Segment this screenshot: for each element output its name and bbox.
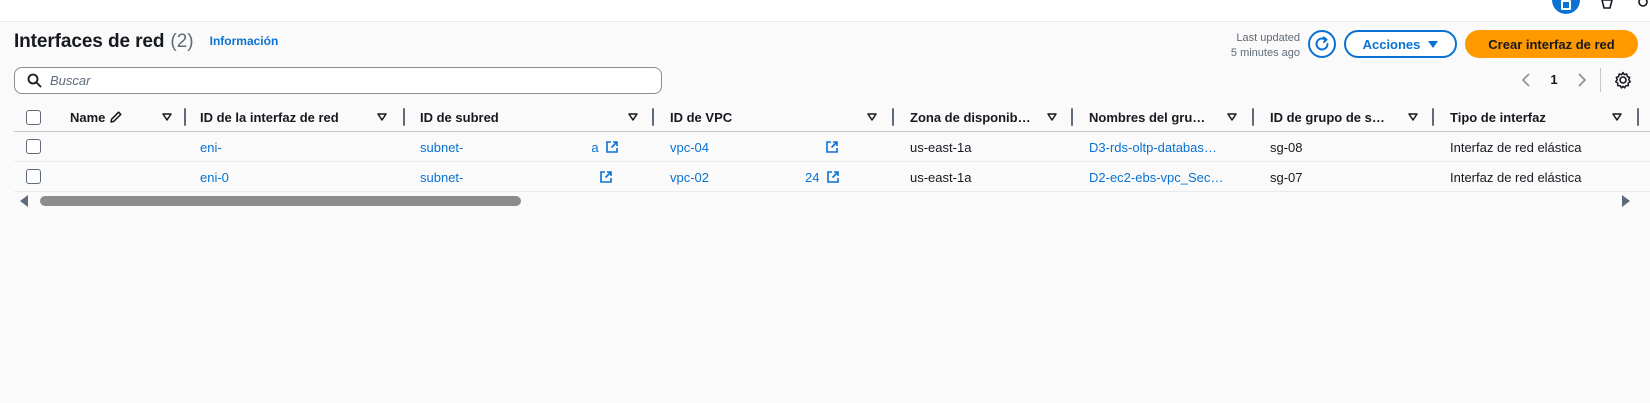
- sort-icon[interactable]: [628, 113, 638, 121]
- cell-interface-type: Interfaz de red elástica: [1450, 169, 1582, 185]
- top-bar: [0, 0, 1650, 22]
- sort-icon[interactable]: [377, 113, 387, 121]
- page-header: Interfaces de red (2) Información: [14, 31, 278, 57]
- external-link-icon: [826, 171, 839, 183]
- gear-icon: [1614, 71, 1632, 89]
- pencil-icon: [110, 111, 122, 123]
- cell-vpc-id[interactable]: vpc-04: [670, 132, 890, 162]
- sort-icon[interactable]: [867, 113, 877, 121]
- current-page[interactable]: 1: [1546, 70, 1562, 90]
- sort-icon[interactable]: [1408, 113, 1418, 121]
- cell-security-group-id: sg-08: [1270, 139, 1303, 155]
- sort-icon[interactable]: [162, 113, 172, 121]
- resource-count: (2): [170, 31, 194, 52]
- cell-security-group-name[interactable]: D2-ec2-ebs-vpc_Sec…: [1089, 162, 1249, 192]
- row-checkbox[interactable]: [26, 139, 41, 154]
- external-link-icon: [600, 171, 613, 183]
- column-header-security-group-names[interactable]: Nombres del gru…: [1089, 102, 1217, 132]
- sort-icon[interactable]: [1227, 113, 1237, 121]
- column-resizer[interactable]: [403, 108, 405, 126]
- actions-label: Acciones: [1362, 36, 1421, 52]
- select-all-checkbox[interactable]: [26, 110, 41, 125]
- table-row[interactable]: eni- subnet- a vpc-04 us-east-1a D3-rds-…: [14, 132, 1650, 162]
- next-page-button[interactable]: [1575, 71, 1589, 89]
- settings-icon-top[interactable]: [1636, 0, 1650, 15]
- row-checkbox[interactable]: [26, 169, 41, 184]
- external-link-icon: [826, 141, 838, 153]
- chevron-right-icon: [1578, 73, 1587, 87]
- column-resizer[interactable]: [1252, 108, 1254, 126]
- column-header-interface-type[interactable]: Tipo de interfaz: [1450, 102, 1600, 132]
- horizontal-scrollbar-thumb[interactable]: [40, 196, 521, 206]
- cell-eni-id[interactable]: eni-0: [200, 162, 390, 192]
- column-resizer[interactable]: [1071, 108, 1073, 126]
- scroll-left-arrow[interactable]: [20, 195, 28, 207]
- cell-vpc-id[interactable]: vpc-02 24: [670, 162, 890, 192]
- notifications-icon[interactable]: [1600, 0, 1614, 15]
- last-updated-time: 5 minutes ago: [1230, 47, 1300, 59]
- create-label: Crear interfaz de red: [1488, 36, 1615, 52]
- cell-security-group-id: sg-07: [1270, 169, 1303, 185]
- column-resizer[interactable]: [1432, 108, 1434, 126]
- scroll-right-arrow[interactable]: [1622, 195, 1630, 207]
- external-link-icon: [605, 141, 618, 153]
- cell-subnet-id[interactable]: subnet-: [420, 162, 650, 192]
- pagination-divider: [1600, 68, 1601, 92]
- page-title: Interfaces de red: [14, 31, 165, 52]
- column-resizer[interactable]: [1637, 108, 1639, 126]
- column-header-availability-zone[interactable]: Zona de disponib…: [910, 102, 1038, 132]
- chevron-left-icon: [1521, 73, 1530, 87]
- table-settings-button[interactable]: [1614, 71, 1632, 89]
- column-resizer[interactable]: [652, 108, 654, 126]
- caret-down-icon: [1428, 40, 1439, 48]
- search-input[interactable]: [50, 73, 650, 88]
- cell-name: [70, 132, 190, 162]
- last-updated-label: Last updated: [1236, 32, 1300, 44]
- sort-icon[interactable]: [1047, 113, 1057, 121]
- search-icon: [27, 73, 42, 88]
- cell-interface-type: Interfaz de red elástica: [1450, 139, 1582, 155]
- last-updated: Last updated 5 minutes ago: [1170, 31, 1300, 61]
- search-box[interactable]: [14, 67, 662, 94]
- previous-page-button[interactable]: [1519, 71, 1533, 89]
- table-row[interactable]: eni-0 subnet- vpc-02 24 us-east-1a D2-ec…: [14, 162, 1650, 192]
- cell-availability-zone: us-east-1a: [910, 169, 972, 185]
- cell-subnet-id[interactable]: subnet- a: [420, 132, 650, 162]
- cell-eni-id[interactable]: eni-: [200, 132, 390, 162]
- column-header-subnet-id[interactable]: ID de subred: [420, 102, 610, 132]
- refresh-button[interactable]: [1308, 30, 1336, 58]
- cell-security-group-name[interactable]: D3-rds-oltp-databas…: [1089, 132, 1249, 162]
- actions-button[interactable]: Acciones: [1344, 30, 1457, 58]
- column-resizer[interactable]: [184, 108, 186, 126]
- column-header-eni-id[interactable]: ID de la interfaz de red: [200, 102, 370, 132]
- column-resizer[interactable]: [892, 108, 894, 126]
- panel-icon[interactable]: [1552, 0, 1580, 14]
- column-header-vpc-id[interactable]: ID de VPC: [670, 102, 850, 132]
- refresh-icon: [1315, 36, 1329, 51]
- info-link[interactable]: Información: [210, 34, 279, 48]
- cell-availability-zone: us-east-1a: [910, 139, 972, 155]
- column-header-security-group-id[interactable]: ID de grupo de s…: [1270, 102, 1402, 132]
- network-interfaces-table: Name ID de la interfaz de red ID de subr…: [14, 102, 1650, 192]
- create-network-interface-button[interactable]: Crear interfaz de red: [1465, 30, 1638, 58]
- table-header: Name ID de la interfaz de red ID de subr…: [14, 102, 1650, 132]
- sort-icon[interactable]: [1612, 113, 1622, 121]
- cell-name: [70, 162, 190, 192]
